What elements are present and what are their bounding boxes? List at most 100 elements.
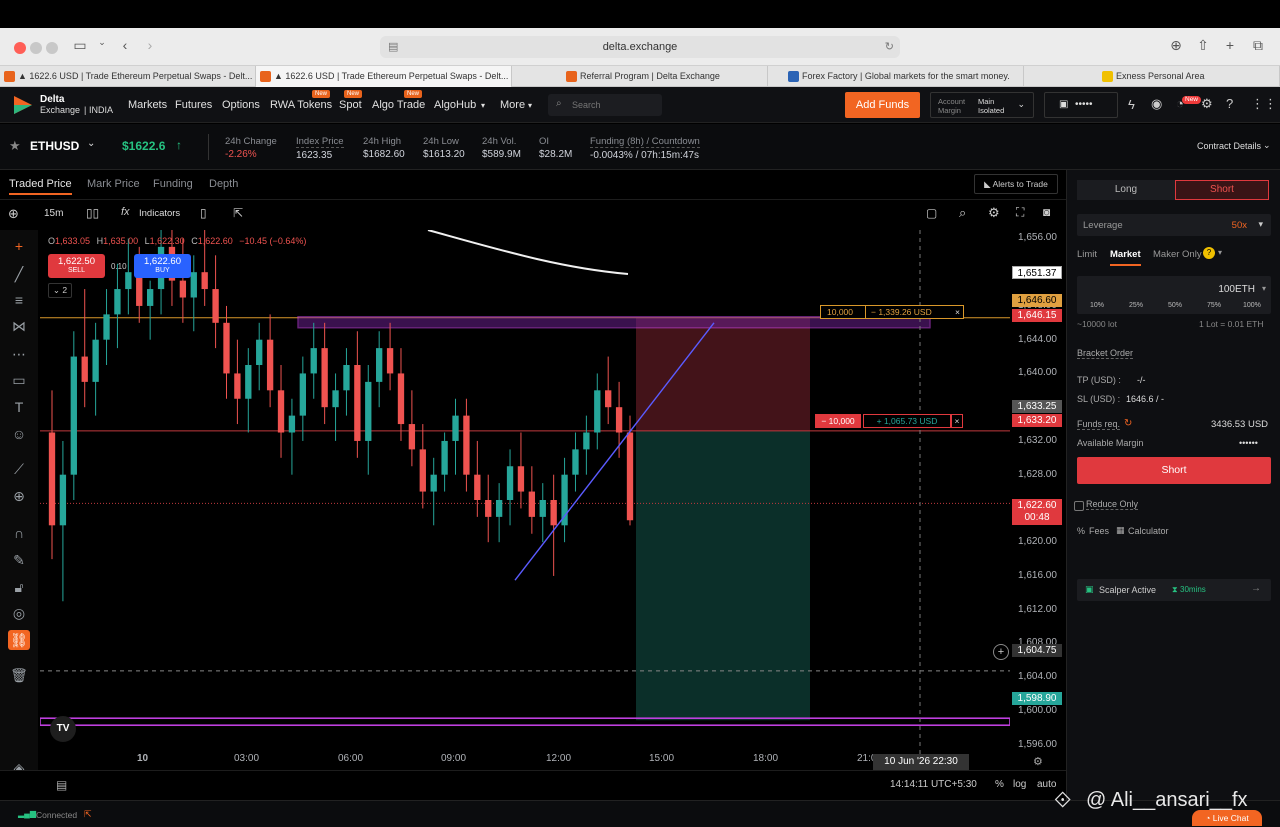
browser-tab-active[interactable]: ▲ 1622.6 USD | Trade Ethereum Perpetual … (256, 66, 512, 87)
quantity-unit[interactable]: ETH (1235, 284, 1255, 295)
utc-clock[interactable]: 14:14:11 UTC+5:30 (890, 779, 977, 790)
account-selector[interactable]: Account Margin Main Isolated ⌄ (930, 92, 1034, 118)
short-tab[interactable]: Short (1175, 180, 1269, 200)
contract-details-link[interactable]: Contract Details (1197, 141, 1261, 151)
external-link-icon[interactable]: ⇱ (84, 809, 92, 820)
tab-traded-price[interactable]: Traded Price (9, 178, 72, 195)
nav-algohub[interactable]: AlgoHub (434, 99, 476, 111)
order-type-limit[interactable]: Limit (1077, 249, 1097, 260)
nav-futures[interactable]: Futures (175, 99, 212, 111)
template-icon[interactable]: ▯ (200, 206, 207, 220)
refresh-icon[interactable]: ↻ (1124, 418, 1132, 429)
symbol-selector[interactable]: ETHUSD (30, 139, 79, 153)
indicators-icon[interactable]: fx (121, 206, 130, 218)
tradingview-logo-icon[interactable]: TV (50, 716, 76, 742)
buy-button[interactable]: 1,622.60 BUY (134, 254, 191, 278)
reduce-only-label[interactable]: Reduce Only (1086, 499, 1139, 510)
settings-small-icon[interactable]: ⚙ (1033, 755, 1043, 768)
back-icon[interactable]: ‹ (115, 37, 135, 53)
tab-mark-price[interactable]: Mark Price (87, 178, 140, 190)
trendline-icon[interactable]: ╱ (8, 264, 30, 284)
info-icon[interactable]: ? (1203, 247, 1215, 259)
user-icon[interactable]: ◉ (1151, 96, 1162, 112)
search-box[interactable]: ⌕ (548, 94, 662, 116)
search-icon[interactable]: ⌕ (959, 205, 966, 221)
leverage-selector[interactable]: Leverage 50x ▾ (1077, 214, 1271, 236)
calculator-link[interactable]: Calculator (1128, 526, 1169, 536)
download-icon[interactable]: ⊕ (1166, 37, 1186, 54)
pct-75[interactable]: 75% (1207, 302, 1221, 309)
pencil-lock-icon[interactable]: ✎ (8, 550, 30, 570)
magnet-icon[interactable]: ∩ (8, 523, 30, 543)
submit-short-button[interactable]: Short (1077, 457, 1271, 484)
reload-icon[interactable]: ↻ (885, 36, 894, 58)
ruler-icon[interactable]: ⟋ (8, 459, 30, 479)
popout-icon[interactable]: ⇱ (233, 206, 243, 220)
sidebar-icon[interactable]: ▭ (70, 37, 90, 54)
nav-spot[interactable]: Spot (339, 99, 362, 111)
zoom-window-button[interactable] (46, 42, 58, 54)
pct-25[interactable]: 25% (1129, 302, 1143, 309)
order-type-market[interactable]: Market (1110, 249, 1141, 266)
log-toggle[interactable]: log (1013, 779, 1026, 790)
lightning-icon[interactable]: ϟ (1128, 97, 1135, 112)
tab-overview-icon[interactable]: ⧉ (1248, 37, 1268, 54)
tab-depth[interactable]: Depth (209, 178, 238, 190)
date-range-icon[interactable]: ▤ (56, 778, 67, 792)
add-funds-button[interactable]: Add Funds (845, 92, 920, 118)
star-icon[interactable]: ★ (9, 138, 21, 154)
zoom-icon[interactable]: ⊕ (8, 486, 30, 506)
close-icon[interactable]: × (955, 306, 960, 318)
fib-icon[interactable]: ≡ (8, 290, 30, 310)
close-window-button[interactable] (14, 42, 26, 54)
browser-tab[interactable]: Forex Factory | Global markets for the s… (768, 66, 1024, 87)
percent-toggle[interactable]: % (995, 779, 1004, 790)
browser-tab[interactable]: Exness Personal Area (1024, 66, 1280, 87)
lock-icon[interactable]: 🔓︎ (8, 577, 30, 597)
delta-logo[interactable]: Delta Exchange | INDIA (12, 93, 122, 117)
pct-10[interactable]: 10% (1090, 302, 1104, 309)
sl-value[interactable]: 1646.6 / - (1126, 394, 1164, 404)
time-axis[interactable]: 10 03:00 06:00 09:00 12:00 15:00 18:00 21:00 (40, 748, 1010, 770)
browser-tab[interactable]: ▲ 1622.6 USD | Trade Ethereum Perpetual … (0, 66, 256, 87)
live-chat-button[interactable]: ◔ Live Chat (1192, 810, 1262, 826)
browser-tab[interactable]: Referral Program | Delta Exchange (512, 66, 768, 87)
nav-rwa-tokens[interactable]: RWA Tokens (270, 99, 332, 111)
reduce-only-checkbox[interactable] (1074, 501, 1084, 511)
prediction-icon[interactable]: ⋯ (8, 344, 30, 364)
crosshair-icon[interactable]: + (8, 236, 30, 256)
candles-icon[interactable]: ▯▯ (86, 206, 99, 220)
search-input[interactable] (572, 97, 656, 113)
close-icon[interactable]: × (951, 414, 963, 428)
nav-algo-trade[interactable]: Algo Trade (372, 99, 425, 111)
quantity-slider[interactable]: 10% 25% 50% 75% 100% (1077, 302, 1271, 314)
rectangle-icon[interactable]: ▢ (926, 206, 937, 220)
add-icon[interactable]: ⊕ (8, 206, 19, 222)
add-alert-icon[interactable]: + (993, 644, 1009, 660)
url-bar[interactable]: ▤ delta.exchange ↻ (380, 36, 900, 58)
camera-icon[interactable]: ◙ (1043, 205, 1050, 219)
order-type-maker-only[interactable]: Maker Only (1153, 249, 1202, 260)
gear-icon[interactable]: ⚙ (1201, 96, 1213, 112)
link-icon[interactable]: ⛓ (8, 630, 30, 650)
fullscreen-icon[interactable]: ⛶ (1016, 205, 1024, 220)
minimize-window-button[interactable] (30, 42, 42, 54)
forward-icon[interactable]: › (140, 37, 160, 53)
scalper-banner[interactable]: ▣ Scalper Active ⧗ 30mins → (1077, 579, 1271, 601)
interval-selector[interactable]: 15m (44, 208, 63, 219)
wallet-balance[interactable]: ▣ ••••• (1044, 92, 1118, 118)
chevron-down-icon[interactable]: ⌄ (92, 37, 112, 48)
quantity-input[interactable]: 100 ETH ▾ 10% 25% 50% 75% 100% (1077, 276, 1271, 314)
help-icon[interactable]: ? (1226, 96, 1233, 111)
pct-50[interactable]: 50% (1168, 302, 1182, 309)
gear-icon[interactable]: ⚙ (988, 205, 1000, 221)
trash-icon[interactable]: 🗑︎ (8, 665, 30, 685)
nav-markets[interactable]: Markets (128, 99, 167, 111)
fees-link[interactable]: Fees (1089, 526, 1109, 536)
apps-grid-icon[interactable]: ⋮⋮ (1251, 96, 1277, 112)
collapse-indicators-button[interactable]: ⌄ 2 (48, 283, 72, 298)
shape-icon[interactable]: ▭ (8, 370, 30, 390)
indicators-button[interactable]: Indicators (139, 208, 180, 219)
emoji-icon[interactable]: ☺ (8, 424, 30, 444)
bracket-order-link[interactable]: Bracket Order (1077, 348, 1134, 359)
